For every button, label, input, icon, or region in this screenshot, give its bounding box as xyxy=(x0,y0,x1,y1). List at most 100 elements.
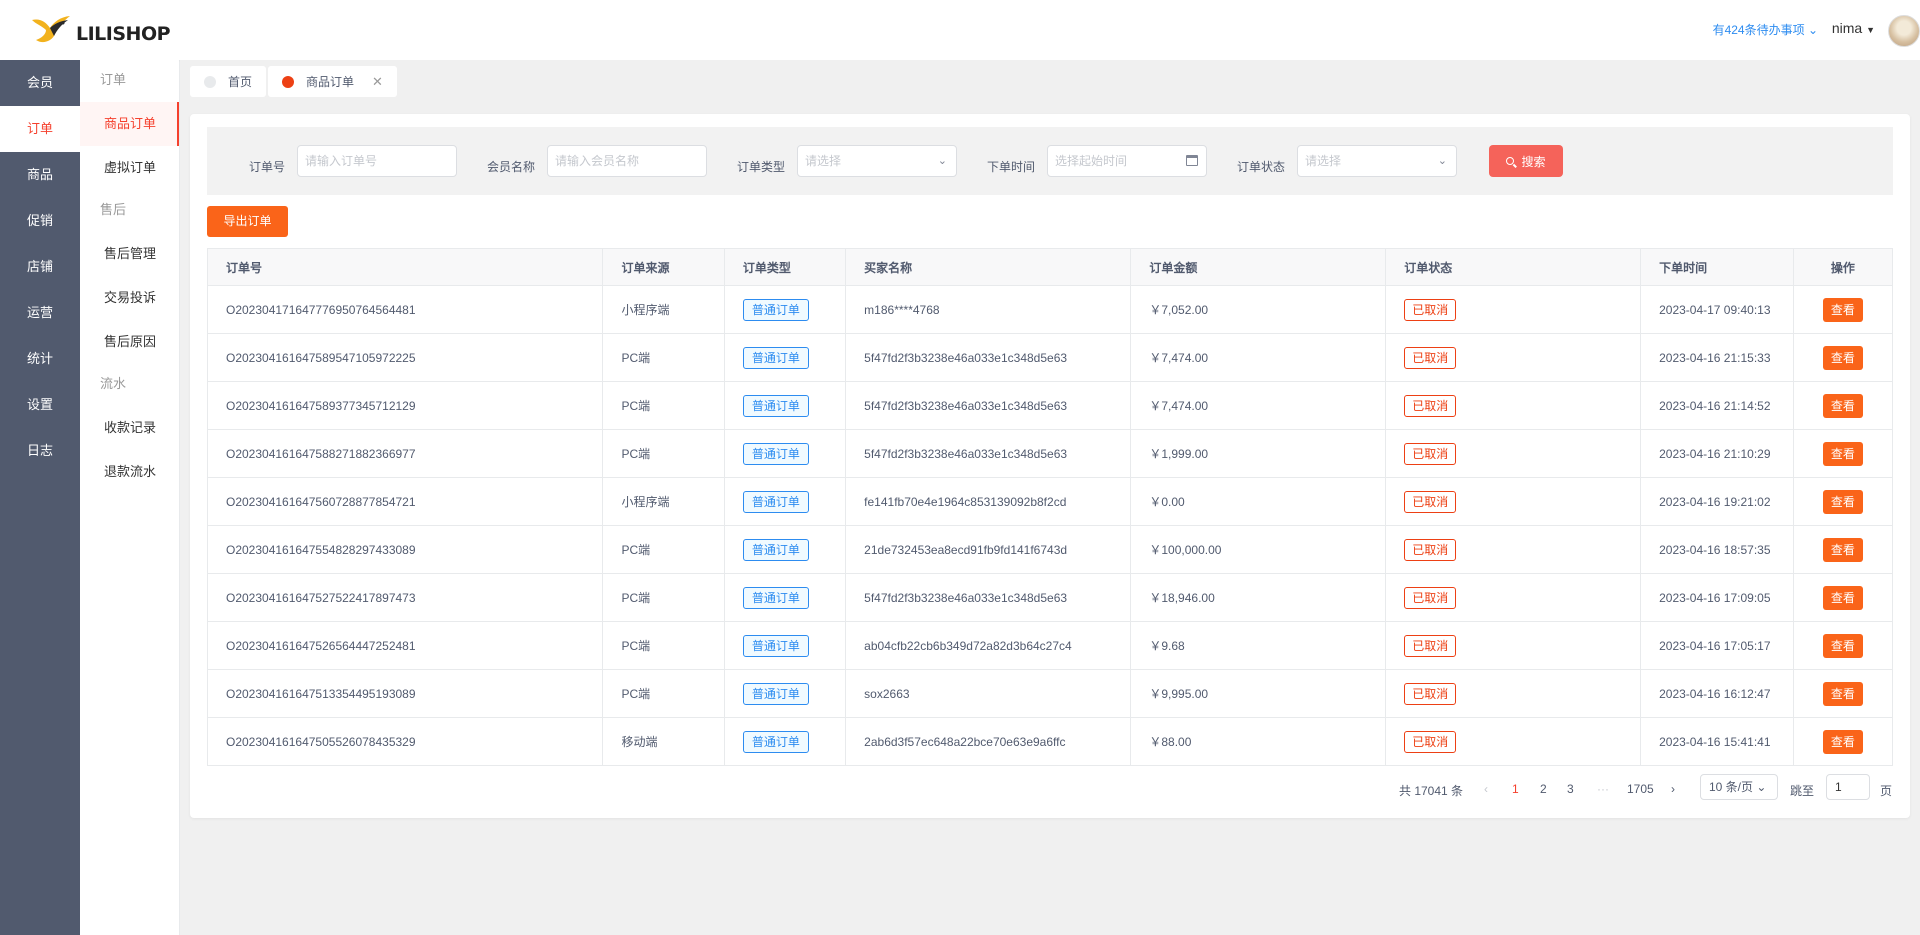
column-header[interactable]: 订单金额 xyxy=(1130,248,1387,286)
buyer-name-cell: sox2663 xyxy=(845,669,1132,718)
search-form: 订单号 请输入订单号 会员名称 请输入会员名称 订单类型 请选择 ⌄ 下单时间 选… xyxy=(207,127,1893,195)
page-size-select[interactable]: 10 条/页 ⌄ xyxy=(1700,774,1778,800)
total-count: 共 17041 条 xyxy=(1399,784,1464,798)
close-icon[interactable]: ✕ xyxy=(372,74,383,90)
view-button[interactable]: 查看 xyxy=(1822,297,1863,322)
view-button[interactable]: 查看 xyxy=(1822,537,1863,562)
view-button[interactable]: 查看 xyxy=(1822,441,1863,466)
order-type-cell: 普通订单 xyxy=(724,669,847,718)
column-header[interactable]: 订单状态 xyxy=(1385,248,1642,286)
column-header[interactable]: 订单来源 xyxy=(602,248,725,286)
buyer-name-cell: fe141fb70e4e1964c853139092b8f2cd xyxy=(845,477,1132,526)
order-time-cell: 2023-04-16 15:41:41 xyxy=(1640,717,1794,766)
order-status-select[interactable]: 请选择 ⌄ xyxy=(1297,145,1457,177)
submenu-item-refund-flow[interactable]: 退款流水 xyxy=(80,450,179,494)
menu-item-store[interactable]: 店铺 xyxy=(0,244,80,290)
order-status-cell: 已取消 xyxy=(1385,429,1642,478)
menu-item-member[interactable]: 会员 xyxy=(0,60,80,106)
page-last-button[interactable]: 1705 xyxy=(1627,782,1654,796)
status-label: 订单状态 xyxy=(1237,160,1286,174)
order-type-select[interactable]: 请选择 ⌄ xyxy=(797,145,957,177)
menu-item-settings[interactable]: 设置 xyxy=(0,382,80,428)
order-type-tag: 普通订单 xyxy=(742,442,809,465)
page-1-button[interactable]: 1 xyxy=(1512,782,1519,796)
view-button[interactable]: 查看 xyxy=(1822,681,1863,706)
column-header[interactable]: 下单时间 xyxy=(1640,248,1794,286)
todo-link[interactable]: 有424条待办事项 ⌄ xyxy=(1713,21,1818,38)
type-label: 订单类型 xyxy=(737,160,786,174)
submenu-item-receipt[interactable]: 收款记录 xyxy=(80,406,179,450)
order-type-cell: 普通订单 xyxy=(724,285,847,334)
main-menu: 会员 订单 商品 促销 店铺 运营 统计 设置 日志 xyxy=(0,60,80,474)
order-source-cell: 小程序端 xyxy=(602,285,725,334)
prev-page-button[interactable]: ‹ xyxy=(1484,782,1488,796)
menu-item-statistics[interactable]: 统计 xyxy=(0,336,80,382)
avatar[interactable] xyxy=(1888,15,1920,47)
member-input[interactable]: 请输入会员名称 xyxy=(547,145,707,177)
order-type-tag: 普通订单 xyxy=(742,682,809,705)
page-ellipsis[interactable]: ··· xyxy=(1597,782,1609,796)
view-button[interactable]: 查看 xyxy=(1822,345,1863,370)
order-no-cell: O202304161647589377345712129 xyxy=(207,381,604,430)
order-amount-cell: ￥9.68 xyxy=(1130,621,1387,670)
order-type-tag: 普通订单 xyxy=(742,298,809,321)
action-cell: 查看 xyxy=(1793,477,1894,526)
submenu-item-virtual-order[interactable]: 虚拟订单 xyxy=(80,146,179,190)
order-amount-cell: ￥88.00 xyxy=(1130,717,1387,766)
view-button[interactable]: 查看 xyxy=(1822,585,1863,610)
user-menu[interactable]: nima ▼ xyxy=(1832,20,1875,36)
next-page-button[interactable]: › xyxy=(1671,782,1675,796)
order-time-cell: 2023-04-16 16:12:47 xyxy=(1640,669,1794,718)
export-orders-button[interactable]: 导出订单 xyxy=(207,206,288,237)
menu-item-order[interactable]: 订单 xyxy=(0,106,80,152)
table-row: O202304171647776950764564481 小程序端 普通订单 m186… xyxy=(207,285,1894,334)
action-cell: 查看 xyxy=(1793,429,1894,478)
order-source-cell: PC端 xyxy=(602,381,725,430)
submenu-item-complaint[interactable]: 交易投诉 xyxy=(80,276,179,320)
order-amount-cell: ￥7,474.00 xyxy=(1130,381,1387,430)
page-3-button[interactable]: 3 xyxy=(1567,782,1574,796)
menu-item-operation[interactable]: 运营 xyxy=(0,290,80,336)
submenu-item-aftersale-reason[interactable]: 售后原因 xyxy=(80,320,179,364)
order-no-cell: O202304171647776950764564481 xyxy=(207,285,604,334)
table-row: O202304161647505526078435329 移动端 普通订单 2ab6d… xyxy=(207,717,1894,766)
order-time-picker[interactable]: 选择起始时间 xyxy=(1047,145,1207,177)
menu-item-promotion[interactable]: 促销 xyxy=(0,198,80,244)
order-no-cell: O202304161647588271882366977 xyxy=(207,429,604,478)
status-badge: 已取消 xyxy=(1404,538,1457,561)
order-status-cell: 已取消 xyxy=(1385,381,1642,430)
submenu-item-goods-order[interactable]: 商品订单 xyxy=(80,102,179,146)
order-no-input[interactable]: 请输入订单号 xyxy=(297,145,457,177)
search-icon xyxy=(1506,157,1515,165)
menu-item-goods[interactable]: 商品 xyxy=(0,152,80,198)
order-type-cell: 普通订单 xyxy=(724,477,847,526)
brand-name: LILISHOP xyxy=(76,23,171,45)
page-2-button[interactable]: 2 xyxy=(1540,782,1547,796)
column-header[interactable]: 买家名称 xyxy=(845,248,1132,286)
order-no-cell: O202304161647560728877854721 xyxy=(207,477,604,526)
table-row: O202304161647513354495193089 PC端 普通订单 sox26… xyxy=(207,669,1894,718)
order-source-cell: 小程序端 xyxy=(602,477,725,526)
menu-item-log[interactable]: 日志 xyxy=(0,428,80,474)
sub-sidebar: 订单 商品订单 虚拟订单 售后 售后管理 交易投诉 售后原因 流水 收款记录 退… xyxy=(80,60,180,935)
column-header[interactable]: 订单号 xyxy=(207,248,604,286)
view-button[interactable]: 查看 xyxy=(1822,633,1863,658)
column-header[interactable]: 订单类型 xyxy=(724,248,847,286)
table-row: O202304161647589547105972225 PC端 普通订单 5f47f… xyxy=(207,333,1894,382)
member-label: 会员名称 xyxy=(487,160,536,174)
submenu-item-aftersale-manage[interactable]: 售后管理 xyxy=(80,232,179,276)
tab-home[interactable]: 首页 xyxy=(190,66,267,97)
jump-page-input[interactable]: 1 xyxy=(1826,774,1870,800)
view-button[interactable]: 查看 xyxy=(1822,489,1863,514)
tab-goods-order[interactable]: 商品订单 ✕ xyxy=(268,66,397,97)
order-amount-cell: ￥9,995.00 xyxy=(1130,669,1387,718)
order-source-cell: PC端 xyxy=(602,525,725,574)
order-source-cell: PC端 xyxy=(602,621,725,670)
search-button[interactable]: 搜索 xyxy=(1489,145,1563,177)
action-cell: 查看 xyxy=(1793,381,1894,430)
view-button[interactable]: 查看 xyxy=(1822,393,1863,418)
view-button[interactable]: 查看 xyxy=(1822,729,1863,754)
logo[interactable]: LILISHOP xyxy=(0,0,180,60)
order-time-cell: 2023-04-16 19:21:02 xyxy=(1640,477,1794,526)
main-card: 订单号 请输入订单号 会员名称 请输入会员名称 订单类型 请选择 ⌄ 下单时间 选… xyxy=(190,114,1910,818)
